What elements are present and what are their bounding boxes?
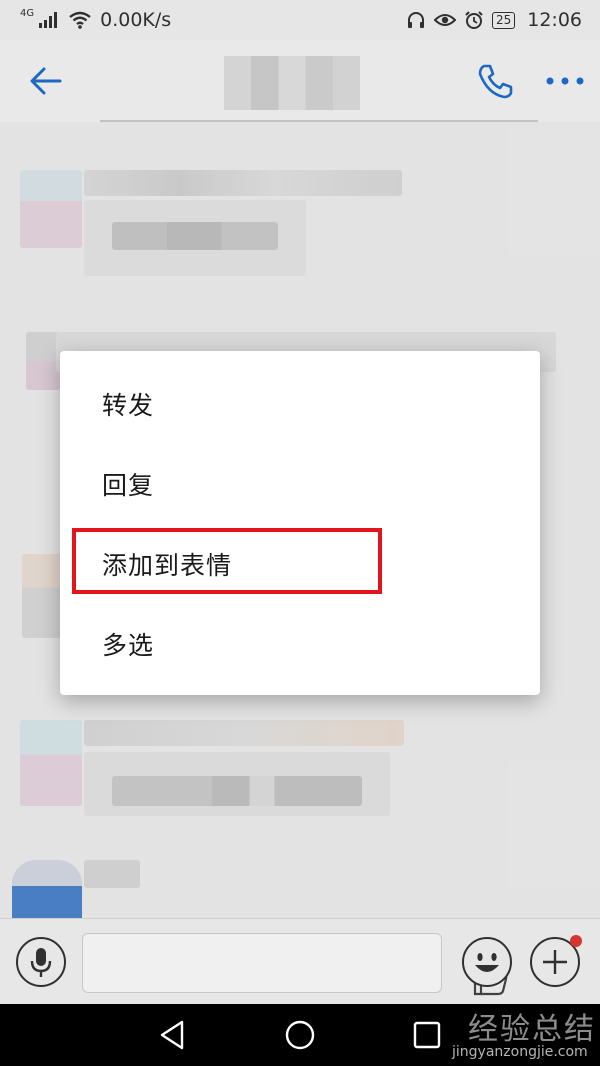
menu-item-label: 转发 — [102, 391, 155, 420]
triangle-back-icon[interactable] — [156, 1018, 190, 1052]
menu-item-forward[interactable]: 转发 — [60, 364, 540, 444]
menu-item-label: 多选 — [102, 631, 155, 660]
watermark-url: jingyanzongjie.com — [452, 1044, 588, 1060]
menu-item-label: 回复 — [102, 471, 155, 500]
menu-item-add-to-stickers[interactable]: 添加到表情 — [60, 524, 540, 604]
menu-item-reply[interactable]: 回复 — [60, 444, 540, 524]
menu-item-multi-select[interactable]: 多选 — [60, 604, 540, 684]
circle-home-icon[interactable] — [283, 1018, 317, 1052]
system-nav-bar: 经验总结 jingyanzongjie.com — [0, 1004, 600, 1066]
menu-item-label: 添加到表情 — [102, 551, 233, 580]
watermark-logo: 经验总结 — [468, 1012, 596, 1047]
message-context-menu: 转发 回复 添加到表情 多选 — [60, 351, 540, 695]
square-recent-icon[interactable] — [410, 1018, 444, 1052]
